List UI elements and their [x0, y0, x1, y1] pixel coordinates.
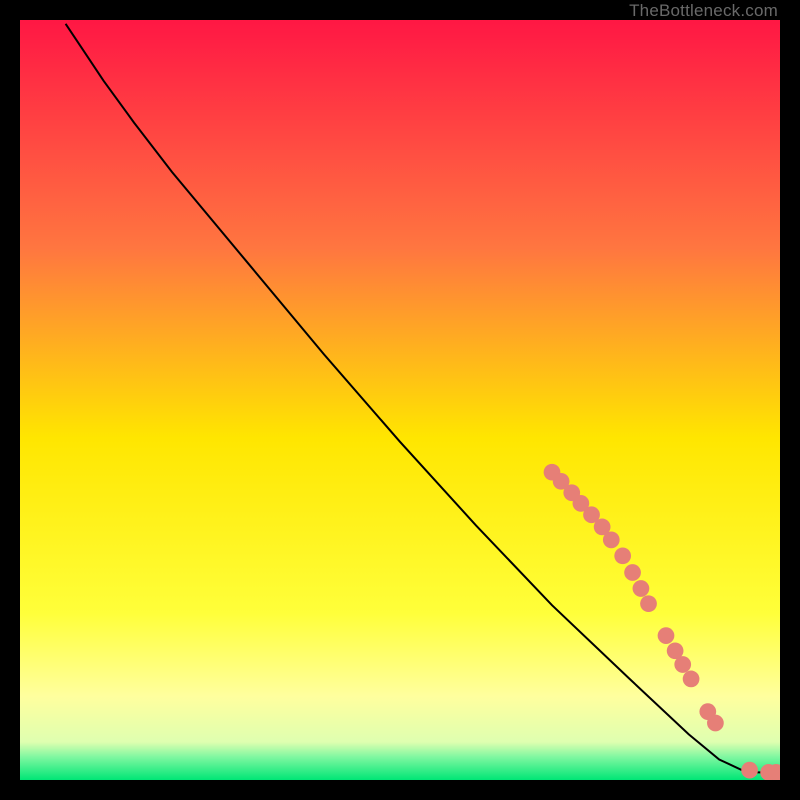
data-marker — [614, 547, 631, 564]
data-marker — [658, 627, 675, 644]
chart-plot-area — [20, 20, 780, 780]
data-marker — [603, 531, 620, 548]
data-marker — [640, 595, 657, 612]
data-marker — [674, 656, 691, 673]
data-marker — [683, 671, 700, 688]
data-marker — [741, 762, 758, 779]
data-marker — [633, 580, 650, 597]
data-marker — [624, 564, 641, 581]
chart-svg — [20, 20, 780, 780]
chart-background-gradient — [20, 20, 780, 780]
data-marker — [707, 715, 724, 732]
watermark-text: TheBottleneck.com — [629, 1, 778, 21]
